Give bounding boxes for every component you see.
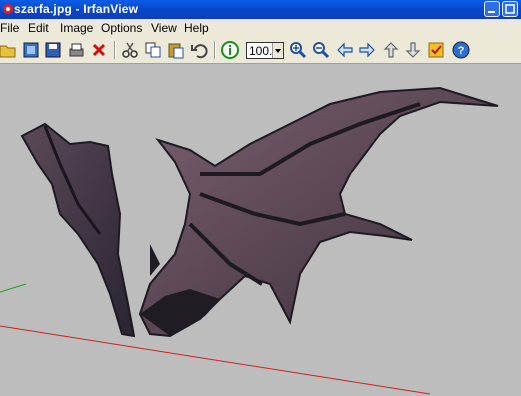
copy-icon[interactable] xyxy=(143,40,163,60)
irfanview-app-icon[interactable] xyxy=(2,3,14,15)
menu-image[interactable]: Image xyxy=(60,21,93,35)
toolbar: 100. ? xyxy=(0,37,521,64)
window-title: szarfa.jpg - IrfanView xyxy=(14,2,139,16)
chevron-down-icon[interactable] xyxy=(272,43,283,58)
print-icon[interactable] xyxy=(66,40,86,60)
arrow-left-icon[interactable] xyxy=(335,40,355,60)
menu-view[interactable]: View xyxy=(151,21,177,35)
menu-options[interactable]: Options xyxy=(101,21,142,35)
dragon-wings-image xyxy=(0,86,499,395)
arrow-up-icon[interactable] xyxy=(381,40,401,60)
open-folder-icon[interactable] xyxy=(0,40,18,60)
toolbar-separator xyxy=(214,41,216,59)
zoom-out-icon[interactable] xyxy=(311,40,331,60)
checkbox-icon[interactable] xyxy=(426,40,446,60)
zoom-value: 100. xyxy=(249,44,273,58)
menu-bar: File Edit Image Options View Help xyxy=(0,19,521,37)
zoom-select[interactable]: 100. xyxy=(246,42,284,59)
maximize-button[interactable] xyxy=(502,1,518,17)
image-canvas[interactable] xyxy=(0,64,521,396)
left-wing xyxy=(20,122,136,338)
svg-text:?: ? xyxy=(458,45,465,57)
arrow-right-icon[interactable] xyxy=(357,40,377,60)
menu-edit[interactable]: Edit xyxy=(28,21,49,35)
cut-icon[interactable] xyxy=(120,40,140,60)
undo-icon[interactable] xyxy=(189,40,209,60)
delete-icon[interactable] xyxy=(89,40,109,60)
save-icon[interactable] xyxy=(43,40,63,60)
menu-file[interactable]: File xyxy=(0,21,19,35)
help-icon[interactable]: ? xyxy=(451,40,471,60)
menu-help[interactable]: Help xyxy=(184,21,209,35)
toolbar-separator xyxy=(114,41,116,59)
filmstrip-icon[interactable] xyxy=(21,40,41,60)
green-axis-line xyxy=(0,283,27,293)
minimize-button[interactable] xyxy=(484,1,500,17)
info-icon[interactable] xyxy=(220,40,240,60)
arrow-down-icon[interactable] xyxy=(403,40,423,60)
paste-icon[interactable] xyxy=(166,40,186,60)
zoom-in-icon[interactable] xyxy=(288,40,308,60)
title-bar[interactable]: szarfa.jpg - IrfanView xyxy=(0,0,521,19)
red-axis-line xyxy=(0,325,431,395)
